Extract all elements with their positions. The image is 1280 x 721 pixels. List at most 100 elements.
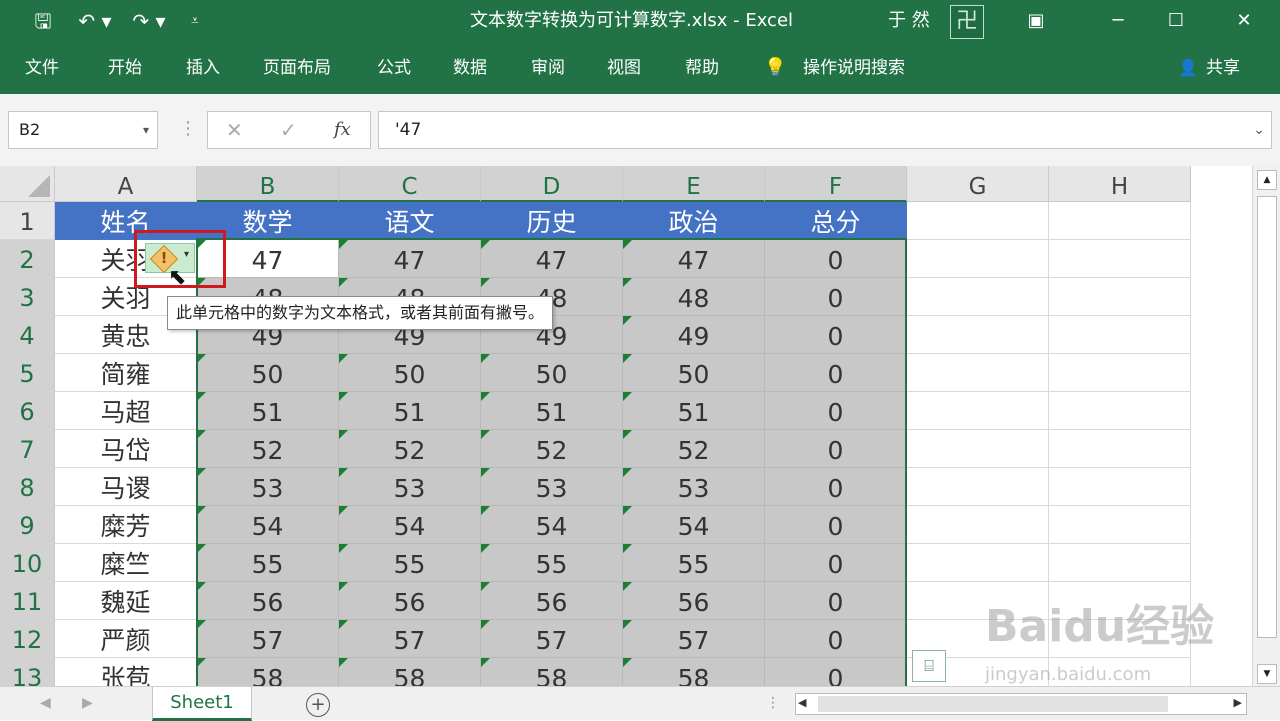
- tab-page-layout[interactable]: 页面布局: [263, 42, 331, 94]
- table-cell[interactable]: 魏延: [55, 582, 197, 620]
- table-cell[interactable]: [907, 240, 1049, 278]
- table-cell[interactable]: 56: [339, 582, 481, 620]
- scroll-thumb[interactable]: [818, 696, 1168, 712]
- undo-icon[interactable]: ↶ ▾: [72, 6, 118, 36]
- table-cell[interactable]: 47: [481, 240, 623, 278]
- table-cell[interactable]: 糜竺: [55, 544, 197, 582]
- table-cell[interactable]: 0: [765, 392, 907, 430]
- row-header[interactable]: 6: [0, 392, 55, 430]
- table-cell[interactable]: 58: [339, 658, 481, 686]
- row-header[interactable]: 1: [0, 202, 55, 240]
- table-cell[interactable]: 56: [623, 582, 765, 620]
- table-cell[interactable]: 53: [339, 468, 481, 506]
- enter-icon[interactable]: ✓: [280, 112, 297, 148]
- table-cell[interactable]: 马岱: [55, 430, 197, 468]
- sheet-next-icon[interactable]: ▶: [82, 695, 93, 711]
- table-cell[interactable]: 47: [623, 240, 765, 278]
- table-cell[interactable]: 51: [623, 392, 765, 430]
- table-cell[interactable]: 0: [765, 582, 907, 620]
- horizontal-scrollbar[interactable]: ◀ ▶: [795, 693, 1247, 715]
- name-box[interactable]: B2 ▾: [8, 111, 158, 149]
- table-cell[interactable]: 简雍: [55, 354, 197, 392]
- column-header-e[interactable]: E: [623, 166, 765, 202]
- table-cell[interactable]: 50: [623, 354, 765, 392]
- table-cell[interactable]: [907, 468, 1049, 506]
- header-cell[interactable]: [907, 202, 1049, 240]
- avatar[interactable]: 卍: [950, 5, 984, 39]
- row-header[interactable]: 10: [0, 544, 55, 582]
- table-cell[interactable]: 马谡: [55, 468, 197, 506]
- header-cell[interactable]: 政治: [623, 202, 765, 240]
- table-cell[interactable]: 47: [339, 240, 481, 278]
- share-button[interactable]: 共享: [1206, 42, 1240, 94]
- table-cell[interactable]: [1049, 316, 1191, 354]
- header-cell[interactable]: 总分: [765, 202, 907, 240]
- column-header-b[interactable]: B: [197, 166, 339, 202]
- scroll-up-icon[interactable]: ▲: [1257, 170, 1277, 190]
- header-cell[interactable]: 历史: [481, 202, 623, 240]
- table-cell[interactable]: 0: [765, 278, 907, 316]
- row-header[interactable]: 3: [0, 278, 55, 316]
- table-cell[interactable]: [907, 506, 1049, 544]
- table-cell[interactable]: 48: [623, 278, 765, 316]
- expand-formula-icon[interactable]: ⌄: [1253, 112, 1265, 148]
- table-cell[interactable]: 57: [339, 620, 481, 658]
- table-cell[interactable]: 0: [765, 240, 907, 278]
- table-cell[interactable]: 54: [623, 506, 765, 544]
- table-cell[interactable]: 58: [623, 658, 765, 686]
- table-cell[interactable]: 马超: [55, 392, 197, 430]
- table-cell[interactable]: 56: [197, 582, 339, 620]
- table-cell[interactable]: 55: [197, 544, 339, 582]
- table-cell[interactable]: 58: [481, 658, 623, 686]
- tab-home[interactable]: 开始: [108, 42, 142, 94]
- chevron-down-icon[interactable]: ▾: [143, 112, 149, 148]
- tab-file[interactable]: 文件: [25, 42, 59, 94]
- table-cell[interactable]: 54: [197, 506, 339, 544]
- table-cell[interactable]: 55: [339, 544, 481, 582]
- table-cell[interactable]: [907, 316, 1049, 354]
- add-sheet-button[interactable]: +: [306, 693, 330, 717]
- table-cell[interactable]: 53: [481, 468, 623, 506]
- quick-analysis-icon[interactable]: ⌸: [912, 650, 946, 682]
- tab-sheet1[interactable]: Sheet1: [152, 687, 252, 721]
- cancel-icon[interactable]: ✕: [226, 112, 243, 148]
- sheet-prev-icon[interactable]: ◀: [40, 695, 51, 711]
- close-icon[interactable]: ✕: [1220, 0, 1268, 42]
- column-header-g[interactable]: G: [907, 166, 1049, 202]
- row-header[interactable]: 5: [0, 354, 55, 392]
- table-cell[interactable]: 52: [339, 430, 481, 468]
- table-cell[interactable]: 0: [765, 468, 907, 506]
- formula-input[interactable]: '47 ⌄: [378, 111, 1272, 149]
- table-cell[interactable]: 严颜: [55, 620, 197, 658]
- table-cell[interactable]: 57: [197, 620, 339, 658]
- save-icon[interactable]: 🖫: [28, 6, 58, 36]
- row-header[interactable]: 13: [0, 658, 55, 686]
- table-cell[interactable]: 糜芳: [55, 506, 197, 544]
- row-header[interactable]: 2: [0, 240, 55, 278]
- table-cell[interactable]: 52: [197, 430, 339, 468]
- column-header-a[interactable]: A: [55, 166, 197, 202]
- row-header[interactable]: 4: [0, 316, 55, 354]
- row-header[interactable]: 7: [0, 430, 55, 468]
- table-cell[interactable]: [1049, 468, 1191, 506]
- table-cell[interactable]: 52: [623, 430, 765, 468]
- table-cell[interactable]: [1049, 354, 1191, 392]
- table-cell[interactable]: 55: [623, 544, 765, 582]
- table-cell[interactable]: 50: [481, 354, 623, 392]
- table-cell[interactable]: 0: [765, 544, 907, 582]
- tell-me-search[interactable]: 操作说明搜索: [803, 42, 905, 94]
- ribbon-display-options-icon[interactable]: ▣: [1012, 0, 1060, 42]
- table-cell[interactable]: 51: [481, 392, 623, 430]
- select-all-corner[interactable]: [0, 166, 55, 202]
- table-cell[interactable]: 0: [765, 620, 907, 658]
- column-header-d[interactable]: D: [481, 166, 623, 202]
- table-cell[interactable]: 55: [481, 544, 623, 582]
- table-cell[interactable]: 0: [765, 430, 907, 468]
- formula-bar-separator[interactable]: ⋮: [179, 118, 197, 139]
- row-header[interactable]: 8: [0, 468, 55, 506]
- table-cell[interactable]: 57: [481, 620, 623, 658]
- minimize-icon[interactable]: ─: [1094, 0, 1142, 42]
- table-cell[interactable]: [1049, 506, 1191, 544]
- scroll-down-icon[interactable]: ▼: [1257, 664, 1277, 684]
- table-cell[interactable]: 0: [765, 316, 907, 354]
